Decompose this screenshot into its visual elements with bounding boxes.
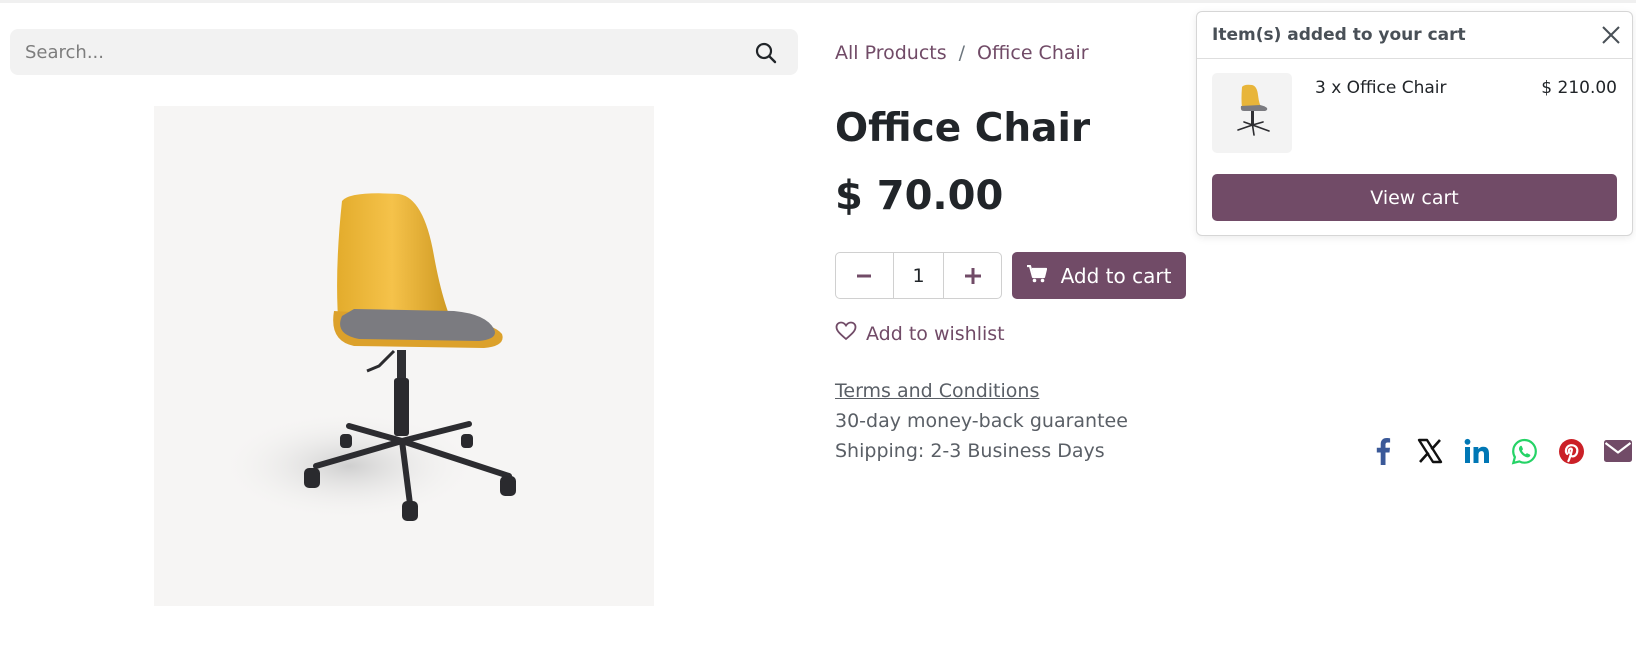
increase-quantity-button[interactable] (944, 253, 1001, 298)
quantity-stepper: 1 (835, 252, 1002, 299)
breadcrumb-all-products[interactable]: All Products (835, 42, 947, 64)
shipping-text: Shipping: 2-3 Business Days (835, 440, 1105, 462)
view-cart-button[interactable]: View cart (1212, 174, 1617, 221)
guarantee-text: 30-day money-back guarantee (835, 410, 1128, 432)
quantity-input[interactable]: 1 (892, 253, 945, 298)
breadcrumb: All Products / Office Chair (835, 42, 1089, 64)
pinterest-icon[interactable] (1556, 436, 1586, 466)
popup-title: Item(s) added to your cart (1197, 12, 1632, 59)
add-to-cart-button[interactable]: Add to cart (1012, 252, 1186, 299)
search-bar (10, 29, 798, 75)
breadcrumb-current: Office Chair (977, 42, 1089, 64)
facebook-icon[interactable] (1368, 436, 1398, 466)
wishlist-label: Add to wishlist (866, 322, 1005, 345)
share-icons (1368, 436, 1633, 466)
plus-icon (964, 267, 981, 284)
add-to-wishlist-link[interactable]: Add to wishlist (835, 321, 1005, 346)
cart-notification-popup: Item(s) added to your cart 3 x Office Ch… (1196, 11, 1633, 236)
cart-item-thumbnail (1212, 73, 1292, 153)
product-title: Office Chair (835, 106, 1091, 151)
heart-icon (835, 321, 857, 346)
email-icon[interactable] (1603, 436, 1633, 466)
x-twitter-icon[interactable] (1415, 436, 1445, 466)
close-icon[interactable] (1598, 22, 1624, 48)
top-border (0, 0, 1636, 3)
whatsapp-icon[interactable] (1509, 436, 1539, 466)
search-icon[interactable] (752, 39, 780, 67)
product-price: $ 70.00 (835, 173, 1004, 219)
shopping-cart-icon (1026, 264, 1047, 288)
search-input[interactable] (10, 29, 740, 75)
minus-icon (857, 274, 872, 277)
breadcrumb-separator: / (958, 42, 966, 64)
cart-item-price: $ 210.00 (1541, 78, 1617, 98)
linkedin-icon[interactable] (1462, 436, 1492, 466)
product-image[interactable] (154, 106, 654, 606)
cart-item-name: 3 x Office Chair (1315, 78, 1447, 98)
add-to-cart-label: Add to cart (1060, 263, 1172, 288)
terms-link[interactable]: Terms and Conditions (835, 380, 1039, 402)
decrease-quantity-button[interactable] (836, 253, 893, 298)
